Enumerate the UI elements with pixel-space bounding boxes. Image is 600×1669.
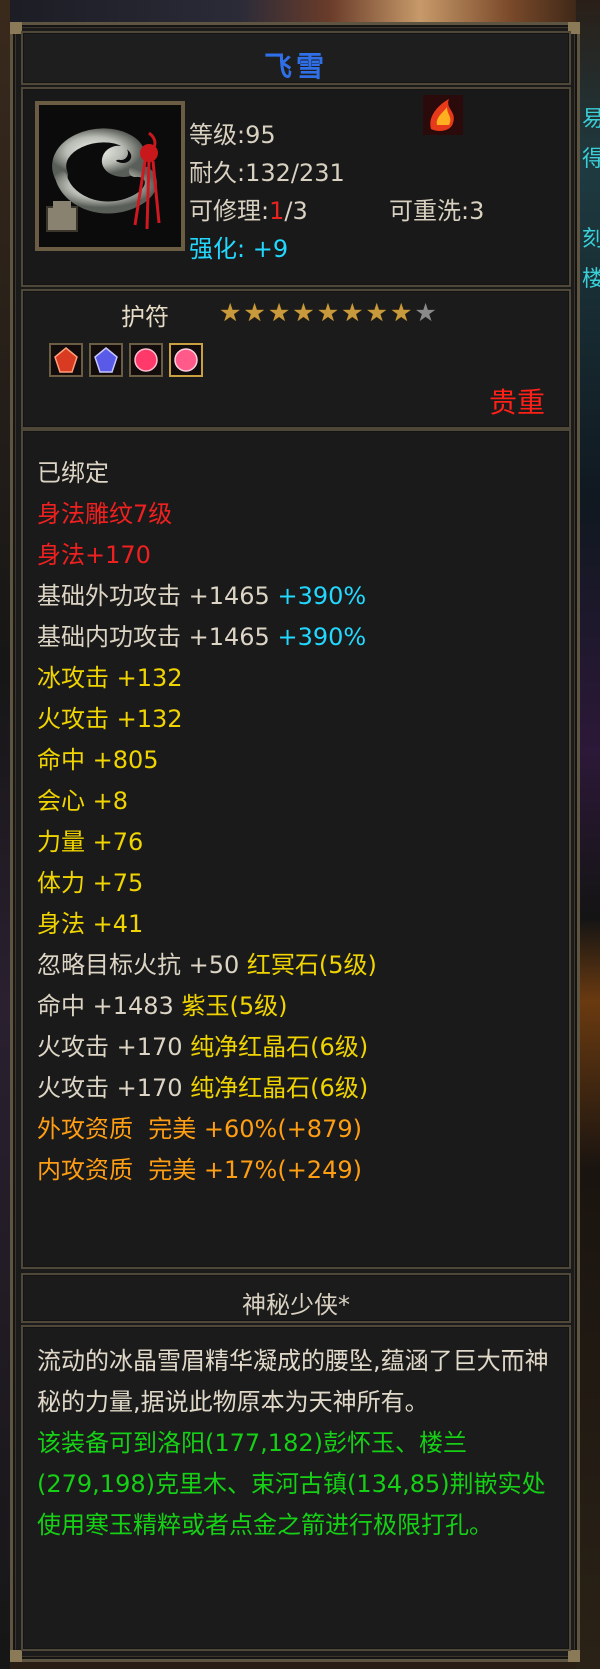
strength: 力量 +76 (37, 828, 144, 856)
internal-aptitude: 内攻资质 完美 +17%(+249) (37, 1156, 362, 1184)
level-stat: 等级:95 (189, 121, 276, 149)
blue-gem-icon[interactable] (89, 343, 123, 377)
frame-corner (568, 1650, 580, 1662)
star-filled-icon: ★ (389, 298, 413, 327)
engrave-line: 身法雕纹7级 (37, 500, 173, 528)
gem-stat-2: 命中 +1483 紫玉(5级) (37, 992, 288, 1020)
pink-gem-icon[interactable] (129, 343, 163, 377)
soul-flame-icon (423, 95, 463, 135)
ice-attack: 冰攻击 +132 (37, 664, 183, 692)
durability-stat: 耐久:132/231 (189, 159, 345, 187)
gem-stat-4: 火攻击 +170 纯净红晶石(6级) (37, 1074, 369, 1102)
quality-label: 贵重 (488, 386, 545, 419)
attributes-panel: 已绑定 身法雕纹7级 身法+170 基础外功攻击 +1465 +390% 基础内… (21, 429, 571, 1269)
gem-sockets (49, 343, 203, 377)
game-background-left (0, 0, 10, 1669)
crit: 会心 +8 (37, 787, 129, 815)
agility: 身法 +41 (37, 910, 144, 938)
base-external-attack: 基础外功攻击 +1465 +390% (37, 582, 367, 610)
pink-gem-icon[interactable] (169, 343, 203, 377)
fire-attack: 火攻击 +132 (37, 705, 183, 733)
star-filled-icon: ★ (243, 298, 266, 327)
gem-stat-3: 火攻击 +170 纯净红晶石(6级) (37, 1033, 369, 1061)
set-panel: 神秘少侠* (21, 1273, 571, 1323)
attribute-list: 已绑定 身法雕纹7级 身法+170 基础外功攻击 +1465 +390% 基础内… (37, 453, 377, 1191)
item-header: 等级:95 耐久:132/231 可修理:1/3 可重洗:3 强化: +9 (21, 87, 571, 287)
engrave-bonus: 身法+170 (37, 541, 151, 569)
set-name: 神秘少侠* (242, 1291, 350, 1319)
star-rating: ★ ★ ★ ★ ★ ★ ★ ★ ★ (219, 299, 437, 327)
item-type-panel: 护符 ★ ★ ★ ★ ★ ★ ★ ★ ★ 贵重 (21, 289, 571, 429)
star-filled-icon: ★ (292, 298, 315, 327)
star-filled-icon: ★ (341, 298, 364, 327)
gem-stat-1: 忽略目标火抗 +50 红冥石(5级) (37, 951, 377, 979)
star-filled-icon: ★ (219, 298, 242, 327)
jade-pendant-icon (39, 105, 181, 247)
background-text: 易 得 (582, 107, 600, 172)
item-name: 飞雪 (263, 50, 328, 83)
enhance-stat: 强化: +9 (189, 235, 289, 263)
star-empty-icon: ★ (414, 298, 437, 327)
socket-hint: 该装备可到洛阳(177,182)彭怀玉、楼兰(279,198)克里木、束河古镇(… (37, 1429, 546, 1539)
item-title-bar: 飞雪 (21, 31, 571, 85)
bound-status: 已绑定 (37, 459, 109, 487)
star-filled-icon: ★ (316, 298, 340, 327)
description-panel: 流动的冰晶雪眉精华凝成的腰坠,蕴涵了巨大而神秘的力量,据说此物原本为天神所有。 … (21, 1325, 571, 1651)
background-text: 刻 楼 (582, 227, 600, 292)
red-gem-icon[interactable] (49, 343, 83, 377)
hit: 命中 +805 (37, 746, 159, 774)
star-filled-icon: ★ (365, 298, 388, 327)
item-icon-frame (35, 101, 185, 251)
external-aptitude: 外攻资质 完美 +60%(+879) (37, 1115, 362, 1143)
description: 流动的冰晶雪眉精华凝成的腰坠,蕴涵了巨大而神秘的力量,据说此物原本为天神所有。 … (37, 1341, 557, 1546)
repair-stat: 可修理:1/3 (189, 197, 308, 225)
lore-text: 流动的冰晶雪眉精华凝成的腰坠,蕴涵了巨大而神秘的力量,据说此物原本为天神所有。 (37, 1347, 549, 1416)
base-internal-attack: 基础内功攻击 +1465 +390% (37, 623, 367, 651)
frame-corner (10, 1650, 22, 1662)
item-tooltip: 飞雪 等级:95 耐久:132/231 可修理:1/3 可重洗:3 强化: +9… (10, 22, 580, 1662)
constitution: 体力 +75 (37, 869, 144, 897)
rewash-stat: 可重洗:3 (389, 197, 485, 225)
star-filled-icon: ★ (267, 298, 291, 327)
equip-type: 护符 (121, 303, 169, 331)
